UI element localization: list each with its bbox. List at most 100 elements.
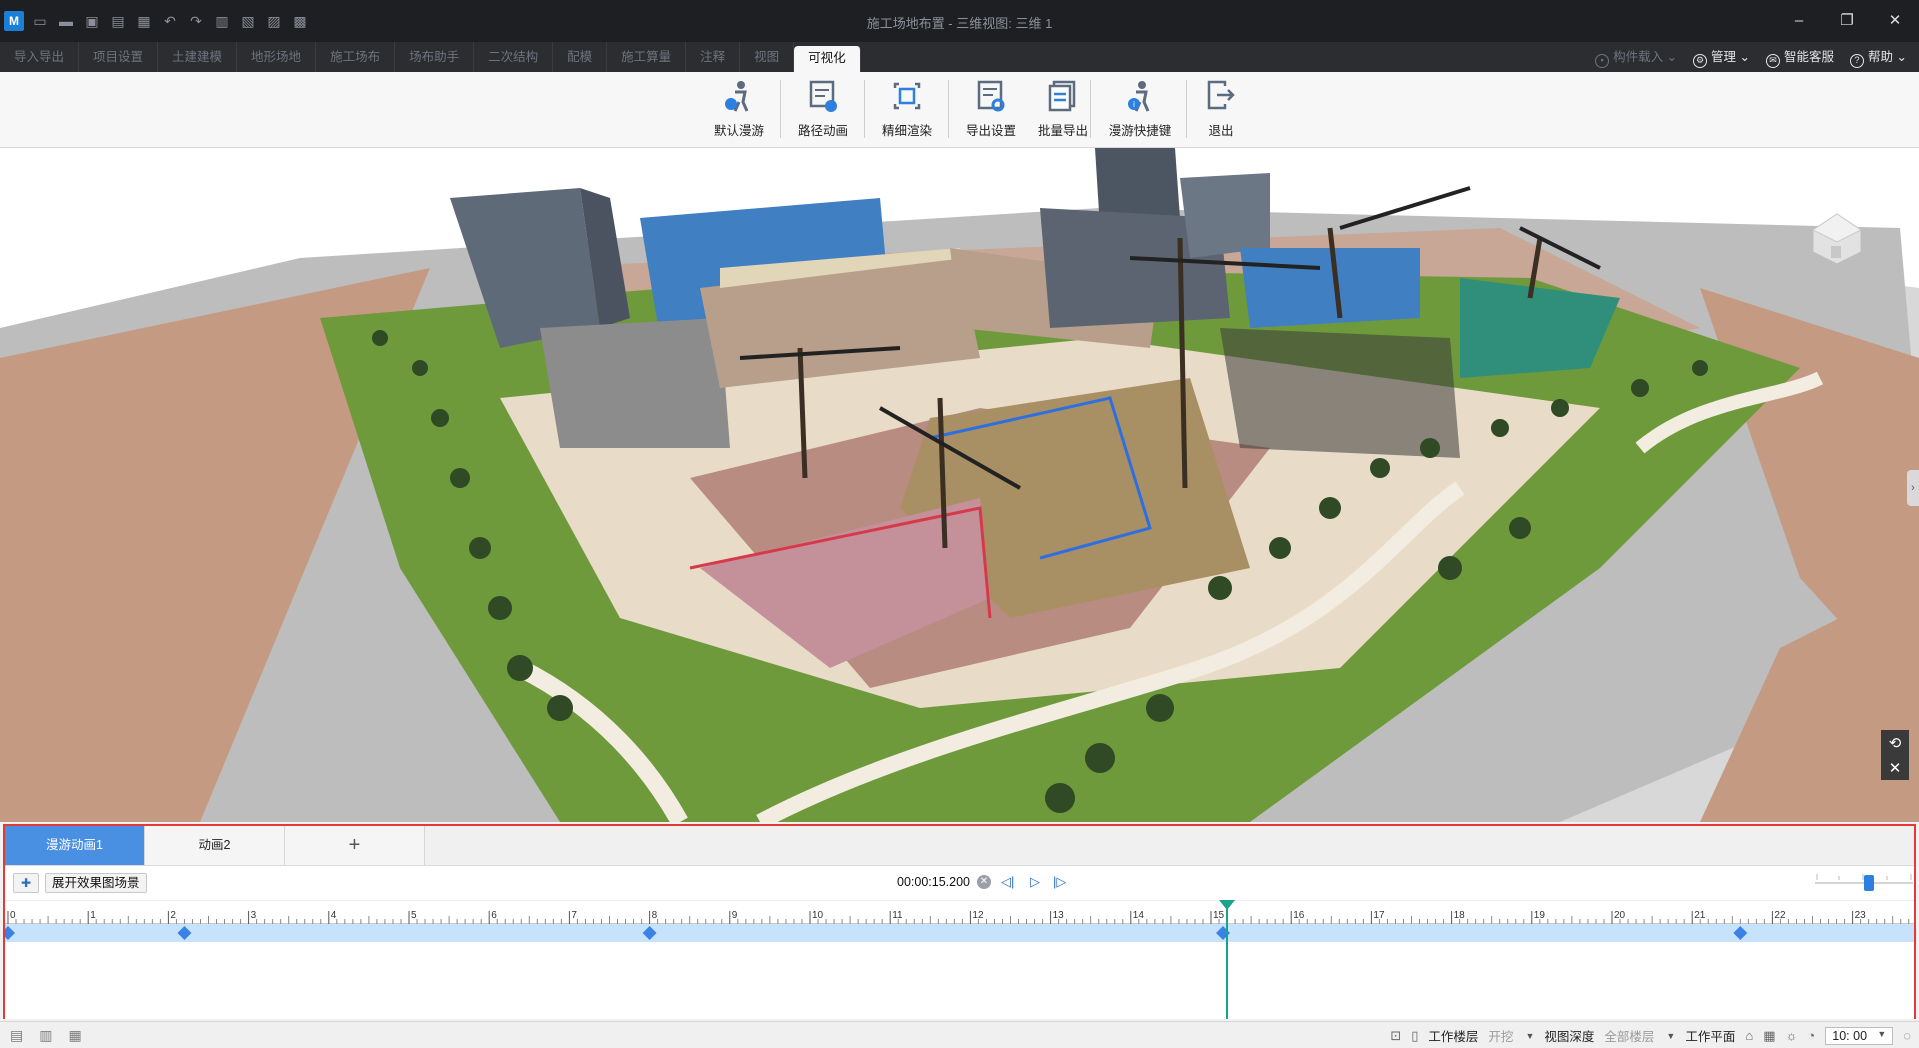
- tab-animation-2[interactable]: 动画2: [145, 826, 285, 865]
- view-depth-select[interactable]: 全部楼层 ▼: [1604, 1026, 1675, 1045]
- ruler-tick-label: 11: [892, 910, 903, 921]
- playhead-marker-icon[interactable]: [1219, 900, 1236, 910]
- batch-export-icon: [1048, 80, 1076, 112]
- svg-text:i: i: [1133, 100, 1135, 109]
- ribbon-group-exit: 退出: [1190, 78, 1252, 139]
- play-icon[interactable]: ▷: [1030, 874, 1040, 890]
- chat-icon: ✉: [1766, 54, 1781, 68]
- component-icon: ▪: [1595, 54, 1610, 68]
- shadow-icon[interactable]: ◔: [1807, 1028, 1815, 1043]
- roam-shortcut-button[interactable]: i 漫游快捷键: [1108, 78, 1172, 139]
- work-floor-label: 工作楼层: [1428, 1030, 1479, 1044]
- batch-export-button[interactable]: 批量导出: [1032, 78, 1094, 139]
- tab-terrain-site[interactable]: 地形场地: [237, 42, 317, 72]
- clear-time-icon[interactable]: ✕: [977, 875, 991, 889]
- restore-button[interactable]: ❐: [1823, 0, 1871, 42]
- work-floor-select[interactable]: 开挖 ▼: [1488, 1026, 1534, 1045]
- keyframe-track-svg: [1, 926, 1748, 940]
- add-keyframe-icon[interactable]: ✚: [13, 873, 39, 893]
- add-animation-tab-button[interactable]: +: [285, 826, 425, 865]
- window-controls: – ❐ ✕: [1775, 0, 1919, 42]
- tab-visualization[interactable]: 可视化: [794, 46, 861, 72]
- 3d-viewport[interactable]: › ⟲ ✕: [0, 148, 1919, 822]
- ruler-tick-label: 9: [732, 910, 738, 921]
- zoom-fit-icon[interactable]: ⊡: [1390, 1028, 1401, 1044]
- chevron-down-icon: ▼: [1877, 1028, 1887, 1039]
- tab-secondary-structure[interactable]: 二次结构: [474, 42, 554, 72]
- layout-split-icon[interactable]: ▥: [39, 1027, 52, 1044]
- menu-bar: 导入导出 项目设置 土建建模 地形场地 施工场布 场布助手 二次结构 配模 施工…: [0, 42, 1919, 72]
- keyframe-diamond-icon[interactable]: [177, 926, 192, 940]
- ruler-tick-label: 2: [170, 910, 176, 921]
- default-roam-button[interactable]: 默认漫游: [708, 78, 770, 139]
- ribbon-group-roam: 默认漫游: [708, 78, 770, 139]
- tab-roam-animation-1[interactable]: 漫游动画1: [5, 826, 145, 865]
- close-button[interactable]: ✕: [1871, 0, 1919, 42]
- export-settings-icon: [977, 80, 1005, 112]
- component-load-menu[interactable]: ▪ 构件载入 ⌄: [1595, 46, 1677, 68]
- keyframe-diamond-icon[interactable]: [1, 926, 15, 940]
- animation-panel: 漫游动画1 动画2 + ✚ 展开效果图场景 00:00:15.200 ✕ ◁| …: [1, 824, 1916, 1019]
- reset-view-icon[interactable]: ⟲: [1889, 734, 1902, 752]
- current-time-display: 00:00:15.200: [897, 875, 970, 889]
- ribbon-separator: [948, 80, 949, 138]
- layout-single-icon[interactable]: ▤: [10, 1027, 23, 1044]
- work-plane-icon[interactable]: ⌂: [1745, 1028, 1753, 1043]
- ribbon-group-export: 导出设置 批量导出: [960, 78, 1094, 139]
- smart-service-menu[interactable]: ✉ 智能客服: [1766, 46, 1834, 68]
- previous-frame-icon[interactable]: ◁|: [1001, 874, 1014, 890]
- tab-view[interactable]: 视图: [740, 42, 795, 72]
- tab-annotation[interactable]: 注释: [686, 42, 741, 72]
- sun-icon[interactable]: ☼: [1785, 1028, 1797, 1043]
- export-settings-button[interactable]: 导出设置: [960, 78, 1022, 139]
- manage-menu[interactable]: ⚙ 管理 ⌄: [1693, 46, 1750, 68]
- status-bar: ▤ ▥ ▦ ⊡ ▯ 工作楼层 开挖 ▼ 视图深度 全部楼层 ▼ 工作平面 ⌂ ▦ ☼…: [0, 1021, 1919, 1048]
- exit-button[interactable]: 退出: [1190, 78, 1252, 139]
- tab-layout-assistant[interactable]: 场布助手: [395, 42, 475, 72]
- ruler-tick-label: 4: [331, 910, 337, 921]
- tab-import-export[interactable]: 导入导出: [0, 42, 80, 72]
- tab-formwork[interactable]: 配模: [553, 42, 608, 72]
- ribbon-separator: [780, 80, 781, 138]
- grid-icon[interactable]: ▦: [1763, 1028, 1775, 1044]
- keyframe-diamond-icon[interactable]: [642, 926, 657, 940]
- next-frame-icon[interactable]: |▷: [1053, 874, 1066, 890]
- document-icon[interactable]: ▯: [1411, 1028, 1418, 1044]
- layout-grid-icon[interactable]: ▦: [68, 1027, 81, 1044]
- playhead-line[interactable]: [1226, 900, 1229, 1019]
- path-animation-button[interactable]: 路径动画: [792, 78, 854, 139]
- ruler-tick-label: 8: [652, 910, 658, 921]
- fine-render-button[interactable]: 精细渲染: [876, 78, 938, 139]
- view-depth-value: 全部楼层: [1604, 1030, 1655, 1044]
- zoom-slider-thumb[interactable]: [1863, 875, 1874, 891]
- tab-quantity[interactable]: 施工算量: [607, 42, 687, 72]
- tab-construction-layout[interactable]: 施工场布: [316, 42, 396, 72]
- menu-tabs: 导入导出 项目设置 土建建模 地形场地 施工场布 场布助手 二次结构 配模 施工…: [0, 42, 861, 72]
- time-of-day-select[interactable]: 10: 00 ▼: [1825, 1026, 1894, 1045]
- manage-label: 管理: [1711, 50, 1737, 64]
- ruler-tick-label: 3: [251, 910, 257, 921]
- settings-icon[interactable]: ◌: [1903, 1028, 1911, 1043]
- animation-tabs: 漫游动画1 动画2 +: [5, 826, 1914, 866]
- roam-shortcut-icon: i: [1128, 81, 1150, 112]
- view-depth-label: 视图深度: [1544, 1030, 1595, 1044]
- keyframe-track[interactable]: [1, 924, 1914, 942]
- close-view-icon[interactable]: ✕: [1889, 759, 1902, 777]
- tab-civil-modeling[interactable]: 土建建模: [158, 42, 238, 72]
- chevron-down-icon: ▼: [1666, 1030, 1676, 1041]
- ribbon-separator: [864, 80, 865, 138]
- timeline-zoom-slider[interactable]: [1815, 874, 1913, 892]
- view-cube-icon[interactable]: [1807, 208, 1867, 268]
- timeline-ruler[interactable]: 0 1 2 3 4 5 6 7 8 9 10 11 12 13 14 15 16 17 18 19 20 21 22 23: [5, 900, 1914, 924]
- ribbon-toolbar: 默认漫游 路径动画 精细渲染 导出设置 批量导出 i 漫游快捷键 退出: [0, 72, 1919, 148]
- walk-person-icon: [725, 81, 749, 112]
- expand-scene-button[interactable]: 展开效果图场景: [45, 873, 147, 893]
- ruler-tick-label: 0: [10, 910, 16, 921]
- timeline-empty-area[interactable]: [5, 942, 1914, 1019]
- expand-side-panel-button[interactable]: ›: [1907, 470, 1919, 506]
- keyframe-diamond-icon[interactable]: [1733, 926, 1748, 940]
- tab-project-settings[interactable]: 项目设置: [79, 42, 159, 72]
- minimize-button[interactable]: –: [1775, 0, 1823, 42]
- help-menu[interactable]: ? 帮助 ⌄: [1850, 46, 1907, 68]
- smart-service-label: 智能客服: [1784, 50, 1835, 64]
